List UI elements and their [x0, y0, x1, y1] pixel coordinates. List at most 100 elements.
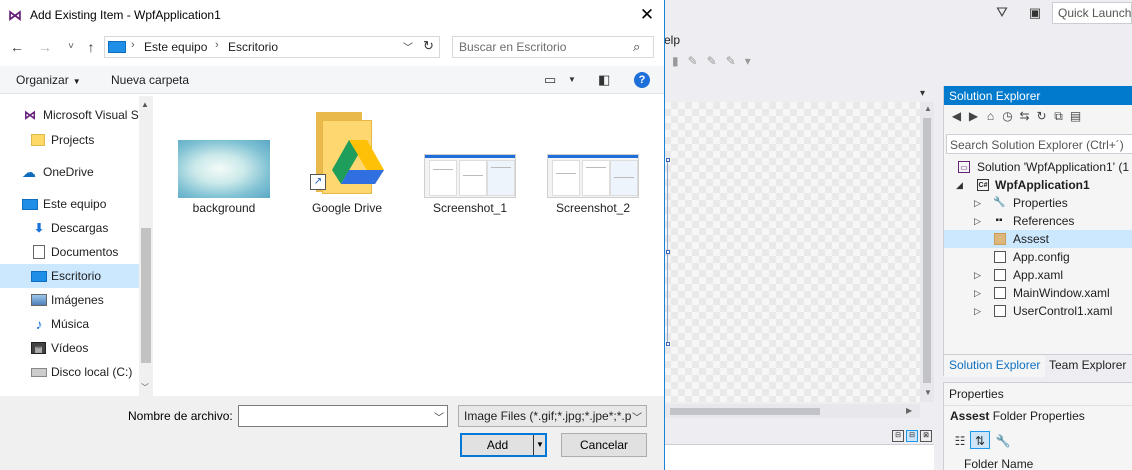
- collapsed-arrow-icon[interactable]: ▷: [974, 194, 984, 212]
- xaml-editor-pane[interactable]: [664, 444, 934, 470]
- file-item-background[interactable]: background: [169, 96, 279, 226]
- tab-solution-explorer[interactable]: Solution Explorer: [944, 355, 1046, 377]
- close-icon[interactable]: ✕: [632, 2, 662, 28]
- nav-item-este-equipo[interactable]: Este equipo: [0, 192, 139, 216]
- tree-item-usercontrol[interactable]: ▷ UserControl1.xaml: [944, 302, 1132, 320]
- chevron-down-icon[interactable]: ﹀: [632, 409, 642, 424]
- split-view-icon[interactable]: ⊟: [892, 430, 904, 442]
- nav-item-imagenes[interactable]: Imágenes: [0, 288, 139, 312]
- dialog-title-bar[interactable]: ⋈ Add Existing Item - WpfApplication1 ✕: [0, 0, 664, 30]
- filename-input[interactable]: [242, 409, 422, 423]
- property-pages-icon[interactable]: 🔧: [993, 432, 1013, 450]
- show-all-files-icon[interactable]: ▤: [1067, 109, 1084, 123]
- tree-item-solution[interactable]: ▭ Solution 'WpfApplication1' (1: [944, 158, 1132, 176]
- property-name[interactable]: Folder Name: [964, 457, 1033, 470]
- chevron-down-icon[interactable]: ﹀: [434, 409, 444, 424]
- scrollbar-thumb[interactable]: [141, 228, 151, 363]
- resize-handle[interactable]: [666, 158, 670, 162]
- alphabetical-icon[interactable]: ⇅: [970, 431, 990, 449]
- tree-item-assest[interactable]: Assest: [944, 230, 1132, 248]
- tree-item-references[interactable]: ▷ ▪▪ References: [944, 212, 1132, 230]
- nav-item-escritorio[interactable]: Escritorio: [0, 264, 139, 288]
- account-icon[interactable]: ▣: [1026, 4, 1044, 22]
- tab-team-explorer[interactable]: Team Explorer: [1044, 355, 1131, 377]
- collapsed-arrow-icon[interactable]: ▷: [974, 302, 984, 320]
- tree-item-app-xaml[interactable]: ▷ App.xaml: [944, 266, 1132, 284]
- filename-label: Nombre de archivo:: [128, 409, 233, 423]
- back-arrow-icon[interactable]: ←: [8, 38, 26, 56]
- breadcrumb-este-equipo[interactable]: Este equipo: [144, 40, 207, 54]
- address-bar[interactable]: › Este equipo › Escritorio ﹀ ↻: [104, 36, 440, 58]
- new-folder-button[interactable]: Nueva carpeta: [111, 73, 189, 87]
- forward-arrow-icon[interactable]: →: [36, 38, 54, 56]
- collapsed-arrow-icon[interactable]: ▷: [974, 212, 984, 230]
- back-icon[interactable]: ◀: [948, 109, 965, 123]
- scroll-up-icon[interactable]: ▲: [924, 104, 932, 113]
- resize-handle[interactable]: [666, 342, 670, 346]
- quick-launch-input[interactable]: Quick Launch: [1052, 2, 1132, 24]
- view-options-icon[interactable]: ▼: [568, 75, 576, 84]
- nav-item-disco-local[interactable]: Disco local (C:): [0, 360, 139, 384]
- nav-item-musica[interactable]: ♪ Música: [0, 312, 139, 336]
- tree-item-app-config[interactable]: App.config: [944, 248, 1132, 266]
- breadcrumb-escritorio[interactable]: Escritorio: [228, 40, 278, 54]
- filename-combobox[interactable]: ﹀: [238, 405, 448, 427]
- organize-button[interactable]: Organizar ▼: [16, 73, 81, 87]
- pending-changes-icon[interactable]: ◷: [999, 109, 1016, 123]
- nav-item-microsoft-visual-studio[interactable]: ⋈ Microsoft Visual S: [0, 103, 139, 127]
- collapsed-arrow-icon[interactable]: ▷: [974, 266, 984, 284]
- file-item-screenshot-2[interactable]: Screenshot_2: [538, 96, 648, 226]
- help-icon[interactable]: ?: [634, 72, 650, 88]
- add-options-dropdown-icon[interactable]: ▼: [535, 435, 545, 455]
- nav-item-onedrive[interactable]: ☁ OneDrive: [0, 160, 139, 184]
- nav-item-projects[interactable]: Projects: [0, 128, 139, 152]
- up-arrow-icon[interactable]: ↑: [82, 38, 100, 56]
- collapse-pane-icon[interactable]: ⊠: [920, 430, 932, 442]
- chevron-right-icon[interactable]: ›: [215, 39, 219, 51]
- refresh-icon[interactable]: ↻: [1033, 109, 1050, 123]
- filter-icon[interactable]: ⛛: [994, 4, 1010, 20]
- resize-handle[interactable]: [666, 250, 670, 254]
- nav-item-descargas[interactable]: ⬇ Descargas: [0, 216, 139, 240]
- nav-item-documentos[interactable]: Documentos: [0, 240, 139, 264]
- sync-icon[interactable]: ⇆: [1016, 109, 1033, 123]
- home-icon[interactable]: ⌂: [982, 109, 999, 123]
- categorized-icon[interactable]: ☷: [950, 432, 970, 450]
- expanded-arrow-icon[interactable]: ◢: [956, 176, 966, 194]
- scroll-down-icon[interactable]: ﹀: [141, 382, 149, 393]
- chevron-down-icon[interactable]: ﹀: [403, 39, 413, 54]
- xaml-designer-surface[interactable]: [664, 102, 920, 402]
- organize-label: Organizar: [16, 73, 69, 87]
- tree-item-mainwindow[interactable]: ▷ MainWindow.xaml: [944, 284, 1132, 302]
- tree-item-properties[interactable]: ▷ 🔧 Properties: [944, 194, 1132, 212]
- menu-help[interactable]: elp: [664, 33, 680, 47]
- properties-object[interactable]: Assest Folder Properties: [944, 405, 1132, 425]
- file-item-google-drive[interactable]: ↗ Google Drive: [292, 96, 402, 226]
- collapsed-arrow-icon[interactable]: ▷: [974, 284, 984, 302]
- file-item-screenshot-1[interactable]: Screenshot_1: [415, 96, 525, 226]
- preview-pane-icon[interactable]: ◧: [598, 72, 610, 88]
- designer-dropdown-icon[interactable]: ▾: [920, 88, 925, 99]
- change-view-icon[interactable]: ▭: [544, 72, 556, 88]
- search-icon[interactable]: ⌕: [633, 39, 640, 55]
- nav-item-videos[interactable]: ▤ Vídeos: [0, 336, 139, 360]
- scroll-up-icon[interactable]: ▲: [141, 100, 149, 109]
- collapse-all-icon[interactable]: ⧉: [1050, 109, 1067, 124]
- search-box[interactable]: ⌕: [452, 36, 654, 58]
- add-button[interactable]: Add ▼: [460, 433, 547, 457]
- scroll-right-icon[interactable]: ▶: [906, 406, 912, 415]
- solution-search-input[interactable]: Search Solution Explorer (Ctrl+´): [946, 134, 1132, 154]
- tree-item-project[interactable]: ◢ C# WpfApplication1: [944, 176, 1132, 194]
- recent-locations-icon[interactable]: ˅: [62, 38, 80, 56]
- refresh-icon[interactable]: ↻: [423, 38, 434, 54]
- forward-icon[interactable]: ▶: [965, 109, 982, 123]
- file-type-select[interactable]: Image Files (*.gif;*.jpg;*.jpe*;*.p ﹀: [458, 405, 647, 427]
- horizontal-split-icon[interactable]: ⊟: [906, 430, 918, 442]
- scrollbar-thumb[interactable]: [923, 118, 931, 383]
- scrollbar-thumb[interactable]: [670, 408, 820, 415]
- cancel-button[interactable]: Cancelar: [561, 433, 647, 457]
- add-label: Add: [486, 438, 509, 452]
- chevron-right-icon[interactable]: ›: [131, 39, 135, 51]
- search-input[interactable]: [459, 40, 629, 54]
- scroll-down-icon[interactable]: ▼: [924, 388, 932, 397]
